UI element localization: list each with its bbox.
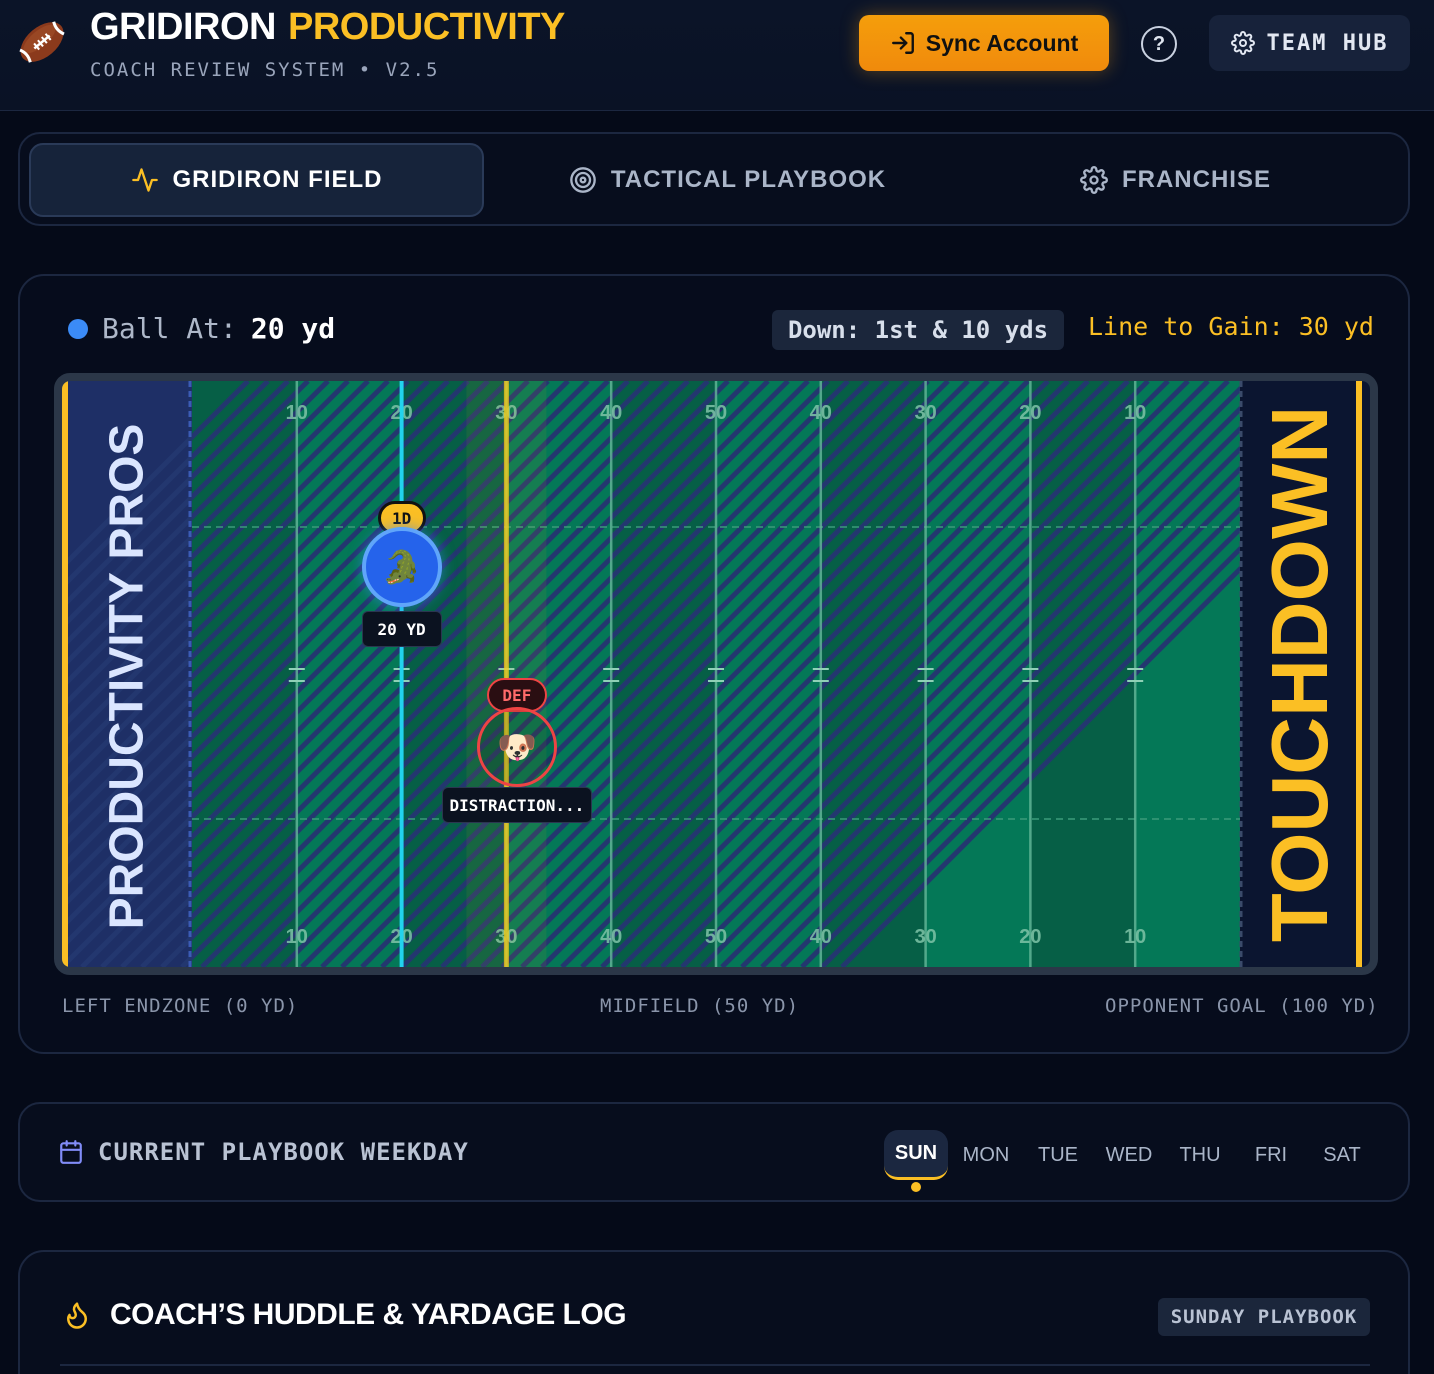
ball-position-value: 20 yd	[250, 312, 336, 345]
app-title-primary: GRIDIRON	[90, 6, 277, 48]
yard-number: 40	[810, 402, 832, 424]
playbook-day-badge: SUNDAY PLAYBOOK	[1158, 1298, 1370, 1336]
day-mon[interactable]: MON	[956, 1130, 1016, 1180]
midfield-caption: MIDFIELD (50 YD)	[600, 995, 800, 1017]
flame-icon	[67, 1302, 87, 1329]
day-sun[interactable]: SUN	[884, 1130, 948, 1180]
yard-number: 20	[1019, 402, 1041, 424]
yard-number: 10	[1124, 926, 1146, 948]
line-to-gain-readout: Line to Gain: 30 yd	[1088, 312, 1374, 341]
ball-status-dot	[68, 318, 88, 339]
left-endzone-caption: LEFT ENDZONE (0 YD)	[62, 995, 299, 1017]
down-status-badge: Down: 1st & 10 yds	[772, 310, 1064, 350]
help-button[interactable]: ?	[1141, 26, 1177, 62]
field-lines: 101020203030404050504040303020201010	[62, 381, 1370, 967]
player-token[interactable]: 🐊	[361, 527, 442, 607]
app-header: GRIDIRON PRODUCTIVITY COACH REVIEW SYSTEM…	[0, 0, 1434, 111]
day-tue[interactable]: TUE	[1028, 1130, 1088, 1180]
yard-number: 40	[600, 926, 622, 948]
yard-number: 40	[810, 926, 832, 948]
active-day-indicator	[911, 1182, 921, 1192]
ball-position-readout: Ball At: 20 yd	[68, 312, 335, 345]
team-hub-button[interactable]: TEAM HUB	[1209, 15, 1410, 71]
day-fri[interactable]: FRI	[1241, 1130, 1301, 1180]
huddle-log-card: COACH’S HUDDLE & YARDAGE LOG SUNDAY PLAY…	[18, 1250, 1410, 1374]
main-tabs: GRIDIRON FIELD TACTICAL PLAYBOOK FRANCHI…	[18, 132, 1410, 226]
right-endzone-text: TOUCHDOWN	[1255, 405, 1344, 943]
football-field[interactable]: 101020203030404050504040303020201010 PRO…	[54, 373, 1378, 975]
yard-number: 40	[600, 402, 622, 424]
help-icon: ?	[1152, 32, 1166, 55]
left-endzone: PRODUCTIVITY PROS	[72, 421, 182, 931]
defender-token[interactable]: 🐶	[476, 707, 557, 787]
team-hub-label: TEAM HUB	[1266, 30, 1389, 56]
gear-icon	[1230, 31, 1255, 55]
football-icon	[19, 21, 65, 63]
ball-position-label: Ball At:	[102, 312, 237, 345]
yard-number: 50	[705, 402, 727, 424]
target-icon	[570, 167, 596, 193]
gear-icon	[1080, 166, 1108, 194]
sign-in-icon	[891, 32, 914, 54]
day-thu[interactable]: THU	[1170, 1130, 1230, 1180]
day-wed[interactable]: WED	[1099, 1130, 1159, 1180]
tab-gridiron-field-label: GRIDIRON FIELD	[172, 166, 383, 193]
activity-icon	[131, 168, 158, 192]
yard-number: 50	[705, 926, 727, 948]
day-sat[interactable]: SAT	[1312, 1130, 1372, 1180]
sync-account-button[interactable]: Sync Account	[859, 15, 1109, 71]
huddle-title-label: COACH’S HUDDLE & YARDAGE LOG	[110, 1298, 627, 1331]
app-title: GRIDIRON PRODUCTIVITY	[90, 6, 565, 49]
left-endzone-border	[62, 381, 68, 967]
dog-icon: 🐶	[496, 729, 537, 765]
yard-number: 20	[1019, 926, 1041, 948]
yard-number: 30	[914, 926, 936, 948]
right-endzone: TOUCHDOWN	[1240, 381, 1360, 967]
tab-franchise[interactable]: FRANCHISE	[948, 143, 1403, 217]
weekday-title-label: CURRENT PLAYBOOK WEEKDAY	[98, 1138, 469, 1166]
yard-number: 30	[914, 402, 936, 424]
alligator-icon: 🐊	[381, 549, 422, 585]
huddle-title: COACH’S HUDDLE & YARDAGE LOG	[62, 1298, 627, 1332]
gridiron-field-card: Ball At: 20 yd Down: 1st & 10 yds Line t…	[18, 274, 1410, 1054]
defender-tag: DISTRACTION...	[441, 787, 592, 823]
tab-gridiron-field[interactable]: GRIDIRON FIELD	[29, 143, 484, 217]
divider	[60, 1364, 1370, 1366]
opponent-goal-caption: OPPONENT GOAL (100 YD)	[1105, 995, 1379, 1017]
weekday-title: CURRENT PLAYBOOK WEEKDAY	[58, 1138, 469, 1166]
app-title-accent: PRODUCTIVITY	[288, 6, 565, 48]
app-subtitle: COACH REVIEW SYSTEM • V2.5	[90, 59, 440, 81]
yard-number: 10	[286, 402, 308, 424]
sync-account-label: Sync Account	[925, 29, 1079, 56]
tab-franchise-label: FRANCHISE	[1121, 166, 1271, 193]
turf-stripe	[1135, 381, 1240, 967]
yard-number: 10	[286, 926, 308, 948]
calendar-icon	[60, 1140, 82, 1164]
player-yard-tag: 20 YD	[361, 611, 442, 647]
tab-tactical-playbook[interactable]: TACTICAL PLAYBOOK	[500, 143, 955, 217]
tab-tactical-playbook-label: TACTICAL PLAYBOOK	[610, 166, 887, 193]
left-endzone-text: PRODUCTIVITY PROS	[100, 423, 154, 929]
yard-number: 10	[1124, 402, 1146, 424]
weekday-selector-card: CURRENT PLAYBOOK WEEKDAY SUN MON TUE WED…	[18, 1102, 1410, 1202]
